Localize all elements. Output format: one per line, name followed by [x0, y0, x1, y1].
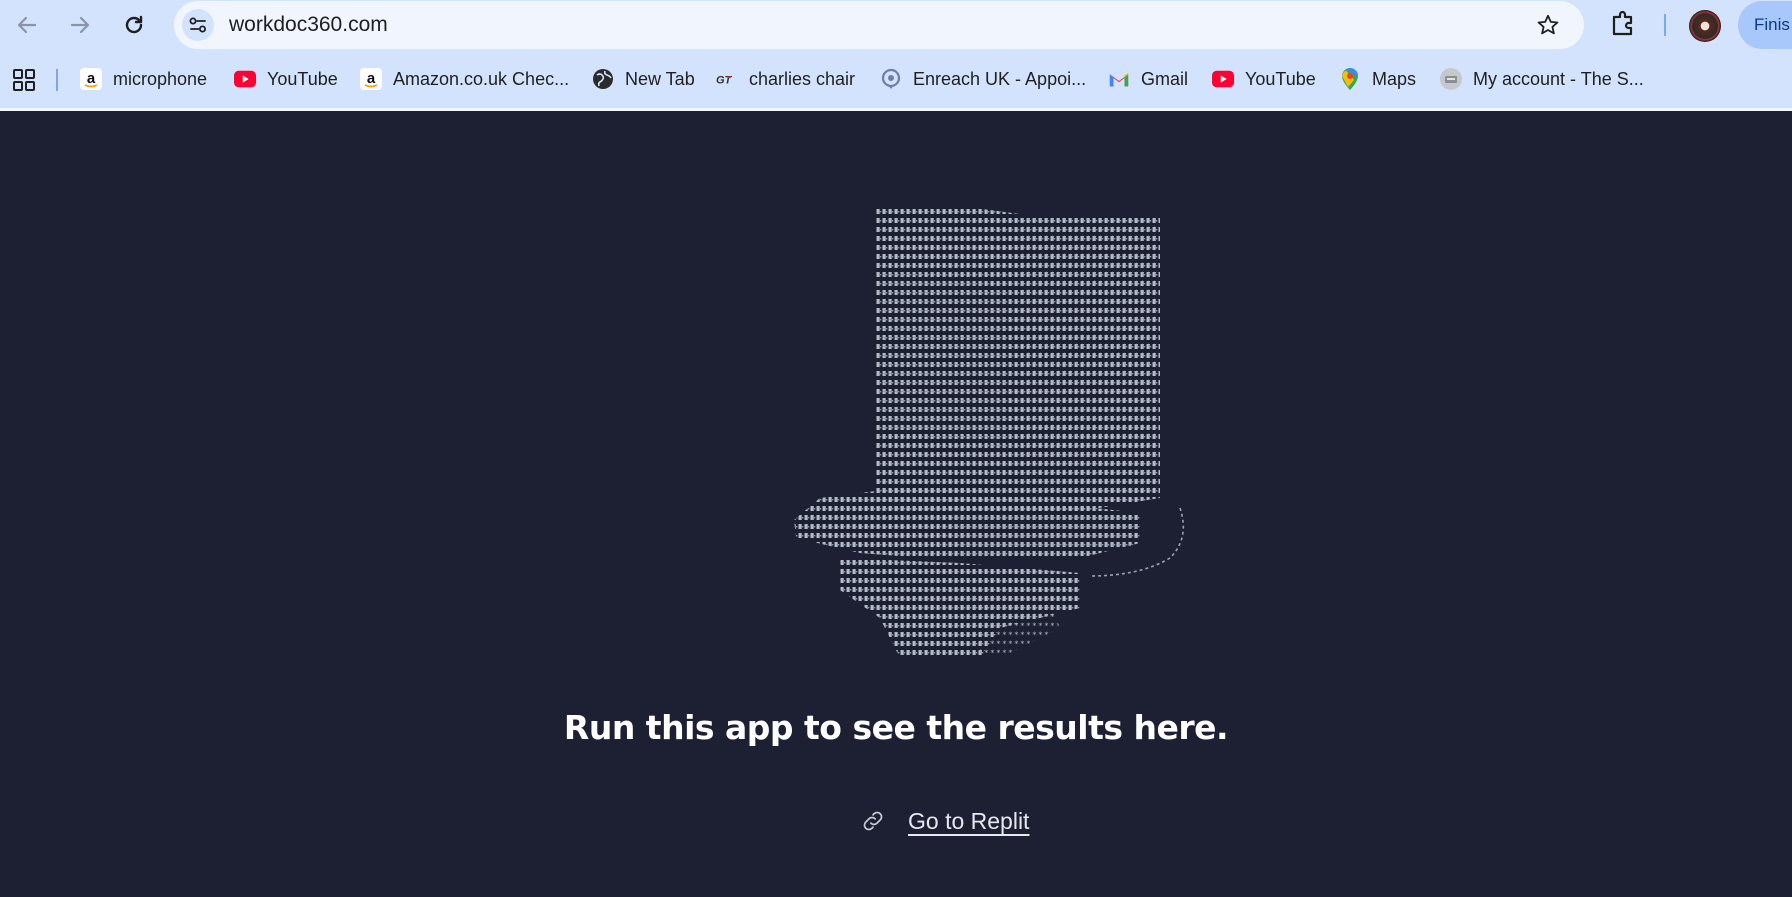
gt-icon: GT [716, 68, 738, 90]
arrow-left-icon [17, 16, 37, 34]
bookmarks-divider [56, 69, 58, 91]
back-button[interactable] [7, 6, 47, 44]
finish-setup-button[interactable]: Finis [1738, 1, 1792, 49]
bookmark-label: YouTube [1245, 68, 1316, 89]
star-icon [1537, 14, 1559, 35]
page-headline: Run this app to see the results here. [563, 708, 1229, 747]
link-icon [858, 806, 888, 836]
bookmark-star-button[interactable] [1536, 13, 1560, 42]
chair-seat-shade [950, 510, 1140, 556]
reload-icon [125, 15, 143, 34]
extensions-button[interactable] [1608, 8, 1638, 43]
svg-text:a: a [87, 70, 96, 87]
chair-backrest-inner [880, 268, 1010, 448]
bookmark-maps[interactable]: Maps [1339, 65, 1416, 93]
bookmark-label: charlies chair [749, 68, 856, 89]
bookmark-charlies-chair[interactable]: GT charlies chair [716, 65, 855, 93]
bookmark-label: Enreach UK - Appoi... [913, 68, 1087, 89]
globe-icon [592, 68, 614, 90]
gmail-icon [1108, 68, 1130, 90]
maps-icon [1339, 68, 1361, 90]
bookmark-amazon-checkout[interactable]: a Amazon.co.uk Chec... [360, 65, 569, 93]
reload-button[interactable] [114, 6, 154, 44]
youtube-icon [234, 68, 256, 90]
chair-backrest-shade [1020, 218, 1160, 498]
bookmark-label: YouTube [267, 68, 338, 89]
apps-button[interactable] [12, 68, 36, 97]
bookmark-microphone[interactable]: a microphone [80, 65, 207, 93]
amazon-icon: a [360, 68, 382, 90]
bookmark-label: New Tab [625, 68, 695, 89]
forward-button[interactable] [60, 6, 100, 44]
puzzle-icon [1612, 10, 1633, 36]
bookmark-my-account[interactable]: My account - The S... [1440, 65, 1644, 93]
arrow-right-icon [70, 16, 90, 34]
account-icon [1440, 68, 1462, 90]
tune-icon [189, 17, 206, 33]
bookmark-enreach[interactable]: Enreach UK - Appoi... [880, 65, 1086, 93]
bookmark-gmail[interactable]: Gmail [1108, 65, 1188, 93]
site-info-button[interactable] [182, 9, 214, 41]
toolbar-divider [1664, 14, 1666, 36]
apps-grid-icon [13, 69, 35, 91]
bookmark-youtube-2[interactable]: YouTube [1212, 65, 1316, 93]
bookmark-label: Maps [1372, 68, 1417, 89]
profile-avatar[interactable] [1689, 10, 1721, 42]
chrome-page-divider [0, 108, 1792, 111]
bookmarks-bar: a microphone YouTube a Amazon.co.uk Chec… [0, 56, 1792, 102]
url-text[interactable]: workdoc360.com [229, 13, 388, 37]
youtube-icon [1212, 68, 1234, 90]
browser-chrome: workdoc360.com Finis a microphone YouTub… [0, 0, 1792, 111]
bookmark-label: Amazon.co.uk Chec... [393, 68, 570, 89]
go-to-replit-label[interactable]: Go to Replit [908, 808, 1029, 835]
bookmark-label: My account - The S... [1473, 68, 1644, 89]
bookmark-new-tab[interactable]: New Tab [592, 65, 695, 93]
address-bar[interactable]: workdoc360.com [174, 1, 1584, 49]
go-to-replit-link[interactable]: Go to Replit [858, 806, 1029, 836]
bookmark-label: microphone [113, 68, 208, 89]
enreach-icon [880, 68, 902, 90]
ascii-chair-illustration: * + [794, 206, 1185, 658]
bookmark-youtube[interactable]: YouTube [234, 65, 338, 93]
bookmark-label: Gmail [1141, 68, 1189, 89]
svg-text:a: a [367, 70, 376, 87]
amazon-icon: a [80, 68, 102, 90]
